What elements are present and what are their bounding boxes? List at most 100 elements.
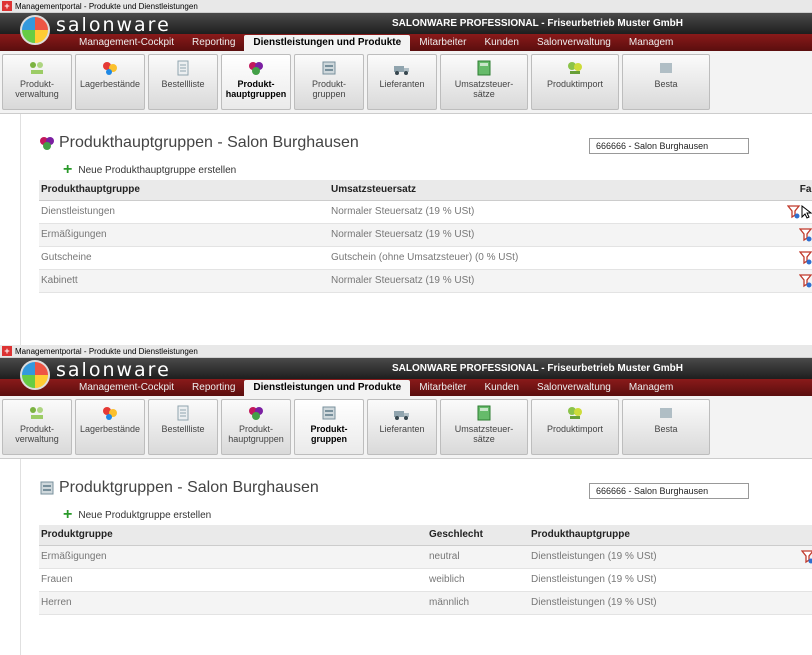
salon-select[interactable]: 666666 - Salon Burghausen: [589, 483, 749, 499]
main-group: Dienstleistungen (19 % USt): [529, 591, 791, 615]
content-area: Produkthauptgruppen - Salon Burghausen 6…: [0, 114, 812, 345]
tool-product-import[interactable]: Produktimport: [531, 399, 619, 455]
brand-title: SALONWARE PROFESSIONAL - Friseurbetrieb …: [392, 18, 683, 29]
tool-label-line1: Lagerbestände: [79, 424, 141, 434]
actions-cell: [791, 591, 812, 615]
tool-product-management[interactable]: Produkt-verwaltung: [2, 399, 72, 455]
filter-edit-icon[interactable]: [798, 273, 812, 288]
column-header-gender[interactable]: Geschlecht: [427, 525, 529, 546]
create-group-link[interactable]: + Neue Produktgruppe erstellen: [21, 505, 812, 525]
group-name: Ermäßigungen: [39, 545, 427, 569]
tool-tax-rates[interactable]: Umsatzsteuer-sätze: [440, 54, 528, 110]
nav-tab-2[interactable]: Dienstleistungen und Produkte: [244, 380, 411, 396]
tool-orders[interactable]: Besta: [622, 54, 710, 110]
tool-order-list[interactable]: Bestellliste: [148, 399, 218, 455]
suppliers-truck-icon: [394, 411, 409, 420]
nav-tab-0[interactable]: Management-Cockpit: [70, 380, 183, 396]
mouse-cursor-icon: [801, 204, 812, 219]
column-header-group[interactable]: Produktgruppe: [39, 525, 427, 546]
actions-cell: [791, 568, 812, 592]
nav-tab-3[interactable]: Mitarbeiter: [410, 35, 475, 51]
orders-icon: [660, 63, 672, 73]
nav-tab-5[interactable]: Salonverwaltung: [528, 35, 620, 51]
product-groups-icon: [322, 61, 336, 75]
tax-rates-icon: [477, 405, 491, 421]
tool-product-groups[interactable]: Produkt-gruppen: [294, 399, 364, 455]
table-row[interactable]: Gutscheine Gutschein (ohne Umsatzsteuer) …: [39, 246, 812, 270]
tool-suppliers[interactable]: Lieferanten: [367, 54, 437, 110]
tool-label-line1: Lagerbestände: [79, 79, 141, 89]
tool-product-import[interactable]: Produktimport: [531, 54, 619, 110]
create-group-label: Neue Produktgruppe erstellen: [78, 509, 212, 521]
produktgruppen-window: + Managementportal - Produkte und Dienst…: [0, 345, 812, 655]
column-header-main-group[interactable]: Produkthauptgruppe: [39, 180, 329, 201]
color-cell: [755, 246, 812, 270]
tax-rates-icon: [477, 60, 491, 76]
salon-select[interactable]: 666666 - Salon Burghausen: [589, 138, 749, 154]
tool-label-line2: hauptgruppen: [225, 89, 287, 99]
tool-main-groups[interactable]: Produkt-hauptgruppen: [221, 54, 291, 110]
tool-label-line1: Besta: [654, 424, 678, 434]
tax-rate: Normaler Steuersatz (19 % USt): [329, 200, 755, 224]
tool-suppliers[interactable]: Lieferanten: [367, 399, 437, 455]
column-header-color[interactable]: Farbe: [755, 180, 812, 201]
product-import-icon: [568, 407, 582, 419]
produkthauptgruppen-window: + Managementportal - Produkte und Dienst…: [0, 0, 812, 345]
table-row[interactable]: Ermäßigungen Normaler Steuersatz (19 % US…: [39, 223, 812, 247]
table-row[interactable]: Dienstleistungen Normaler Steuersatz (19 …: [39, 200, 812, 224]
page-title: Produktgruppen - Salon Burghausen: [39, 479, 319, 497]
tool-label-line1: Produktimport: [546, 79, 604, 89]
tax-rate: Normaler Steuersatz (19 % USt): [329, 223, 755, 247]
nav-tab-1[interactable]: Reporting: [183, 35, 244, 51]
window-titlebar: + Managementportal - Produkte und Dienst…: [0, 345, 812, 358]
column-header-tax-rate[interactable]: Umsatzsteuersatz: [329, 180, 755, 201]
window-title: Managementportal - Produkte und Dienstle…: [15, 1, 198, 11]
nav-tab-4[interactable]: Kunden: [475, 35, 527, 51]
tool-stock[interactable]: Lagerbestände: [75, 54, 145, 110]
nav-tab-6[interactable]: Managem: [620, 380, 682, 396]
tool-stock[interactable]: Lagerbestände: [75, 399, 145, 455]
table-row[interactable]: Ermäßigungen neutral Dienstleistungen (19 …: [39, 545, 812, 569]
main-nav-tabs: Management-Cockpit Reporting Dienstleistun…: [0, 34, 812, 51]
group-name: Frauen: [39, 568, 427, 592]
nav-tab-1[interactable]: Reporting: [183, 380, 244, 396]
window-titlebar: + Managementportal - Produkte und Dienst…: [0, 0, 812, 13]
filter-edit-icon[interactable]: [798, 250, 812, 265]
main-group: Dienstleistungen (19 % USt): [529, 568, 791, 592]
tool-label-line1: Umsatzsteuer-: [454, 424, 514, 434]
brand-title: SALONWARE PROFESSIONAL - Friseurbetrieb …: [392, 363, 683, 374]
nav-tab-6[interactable]: Managem: [620, 35, 682, 51]
tool-label-line1: Produkt-: [19, 424, 54, 434]
nav-tab-0[interactable]: Management-Cockpit: [70, 35, 183, 51]
filter-edit-icon[interactable]: [800, 549, 812, 564]
tool-orders[interactable]: Besta: [622, 399, 710, 455]
create-main-group-link[interactable]: + Neue Produkthauptgruppe erstellen: [21, 160, 812, 180]
stock-icon: [103, 407, 117, 420]
stock-icon: [103, 62, 117, 75]
table-row[interactable]: Herren männlich Dienstleistungen (19 % USt…: [39, 591, 812, 615]
content-area: Produktgruppen - Salon Burghausen 666666…: [0, 459, 812, 655]
table-row[interactable]: Frauen weiblich Dienstleistungen (19 % USt…: [39, 568, 812, 592]
tool-label-line2: hauptgruppen: [228, 434, 284, 444]
tool-label-line1: Produkt-: [310, 424, 348, 434]
tool-tax-rates[interactable]: Umsatzsteuer-sätze: [440, 399, 528, 455]
nav-tab-4[interactable]: Kunden: [475, 380, 527, 396]
main-group-name: Dienstleistungen: [39, 200, 329, 224]
group-name: Herren: [39, 591, 427, 615]
tool-order-list[interactable]: Bestellliste: [148, 54, 218, 110]
filter-edit-icon[interactable]: [798, 227, 812, 242]
main-groups-icon: [249, 62, 263, 75]
order-list-icon: [177, 405, 189, 421]
table-row[interactable]: Kabinett Normaler Steuersatz (19 % USt): [39, 269, 812, 293]
tool-main-groups[interactable]: Produkt-hauptgruppen: [221, 399, 291, 455]
order-list-icon: [177, 60, 189, 76]
column-header-main-group[interactable]: Produkthauptgruppe: [529, 525, 791, 546]
nav-tab-5[interactable]: Salonverwaltung: [528, 380, 620, 396]
tool-label-line2: gruppen: [311, 434, 347, 444]
tool-product-groups[interactable]: Produkt-gruppen: [294, 54, 364, 110]
orders-icon: [660, 408, 672, 418]
nav-tab-2[interactable]: Dienstleistungen und Produkte: [244, 35, 411, 51]
nav-tab-3[interactable]: Mitarbeiter: [410, 380, 475, 396]
filter-edit-icon[interactable]: [786, 204, 801, 219]
tool-product-management[interactable]: Produkt-verwaltung: [2, 54, 72, 110]
